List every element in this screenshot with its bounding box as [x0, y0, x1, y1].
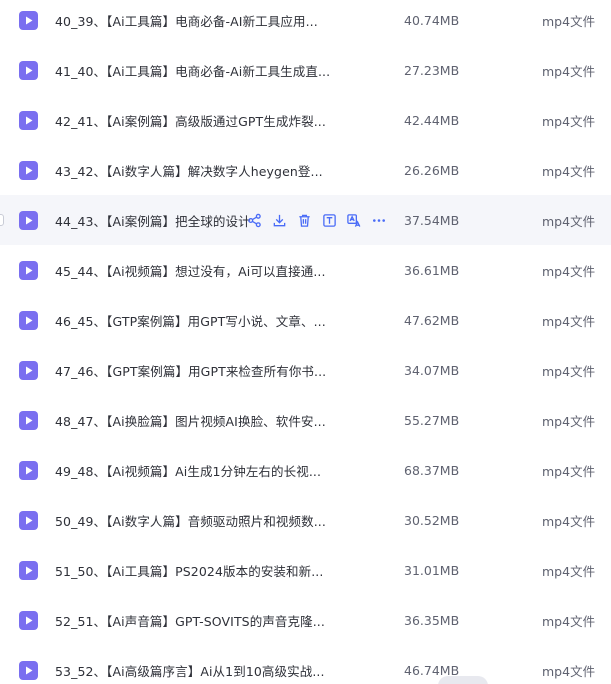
- file-size: 42.44MB: [404, 112, 460, 128]
- file-name[interactable]: 43_42、【Ai数字人篇】解决数字人heygen登...: [55, 161, 323, 180]
- file-type: mp4文件: [542, 663, 596, 679]
- video-file-icon: [19, 10, 38, 30]
- floating-scroll-handle[interactable]: [438, 676, 488, 684]
- file-row[interactable]: 49_48、【Ai视频篇】Ai生成1分钟左右的长视... 68.37MB mp4…: [0, 445, 611, 495]
- video-file-icon: [19, 260, 38, 280]
- file-row[interactable]: 40_39、【Ai工具篇】电商必备-AI新工具应用... 40.74MB mp4…: [0, 0, 611, 45]
- file-name[interactable]: 53_52、【Ai高级篇序言】Ai从1到10高级实战...: [55, 661, 325, 680]
- row-checkbox[interactable]: [0, 214, 4, 226]
- file-row[interactable]: 42_41、【Ai案例篇】高级版通过GPT生成炸裂... 42.44MB mp4…: [0, 95, 611, 145]
- video-file-icon: [19, 610, 38, 630]
- file-type: mp4文件: [542, 463, 596, 479]
- delete-icon[interactable]: [296, 212, 312, 228]
- video-file-icon: [19, 210, 38, 230]
- file-row[interactable]: 52_51、【Ai声音篇】GPT-SOVITS的声音克隆... 36.35MB …: [0, 595, 611, 645]
- file-row-hovered[interactable]: 44_43、【Ai案例篇】把全球的设计 37.54MB mp4文件: [0, 195, 611, 245]
- file-type: mp4文件: [542, 163, 596, 179]
- file-name[interactable]: 44_43、【Ai案例篇】把全球的设计: [55, 211, 251, 230]
- file-type: mp4文件: [542, 313, 596, 329]
- file-type: mp4文件: [542, 613, 596, 629]
- video-file-icon: [19, 660, 38, 680]
- file-size: 37.54MB: [404, 212, 460, 228]
- file-row[interactable]: 46_45、【GTP案例篇】用GPT写小说、文章、... 47.62MB mp4…: [0, 295, 611, 345]
- file-row[interactable]: 51_50、【Ai工具篇】PS2024版本的安装和新... 31.01MB mp…: [0, 545, 611, 595]
- file-name[interactable]: 49_48、【Ai视频篇】Ai生成1分钟左右的长视...: [55, 461, 321, 480]
- video-file-icon: [19, 60, 38, 80]
- text-extract-icon[interactable]: [321, 212, 337, 228]
- file-size: 36.61MB: [404, 262, 460, 278]
- file-name[interactable]: 45_44、【Ai视频篇】想过没有，Ai可以直接通...: [55, 261, 326, 280]
- file-size: 26.26MB: [404, 162, 460, 178]
- video-file-icon: [19, 110, 38, 130]
- file-name[interactable]: 52_51、【Ai声音篇】GPT-SOVITS的声音克隆...: [55, 611, 325, 630]
- file-type: mp4文件: [542, 213, 596, 229]
- file-name[interactable]: 40_39、【Ai工具篇】电商必备-AI新工具应用...: [55, 11, 318, 30]
- video-file-icon: [19, 160, 38, 180]
- file-row[interactable]: 45_44、【Ai视频篇】想过没有，Ai可以直接通... 36.61MB mp4…: [0, 245, 611, 295]
- file-size: 27.23MB: [404, 62, 460, 78]
- file-size: 31.01MB: [404, 562, 460, 578]
- file-name[interactable]: 47_46、【GPT案例篇】用GPT来检查所有你书...: [55, 361, 326, 380]
- file-type: mp4文件: [542, 413, 596, 429]
- file-name[interactable]: 51_50、【Ai工具篇】PS2024版本的安装和新...: [55, 561, 323, 580]
- file-row[interactable]: 53_52、【Ai高级篇序言】Ai从1到10高级实战... 46.74MB mp…: [0, 645, 611, 684]
- video-file-icon: [19, 410, 38, 430]
- file-size: 30.52MB: [404, 512, 460, 528]
- row-actions: [246, 212, 387, 228]
- file-size: 68.37MB: [404, 462, 460, 478]
- file-size: 34.07MB: [404, 362, 460, 378]
- video-file-icon: [19, 360, 38, 380]
- file-row[interactable]: 43_42、【Ai数字人篇】解决数字人heygen登... 26.26MB mp…: [0, 145, 611, 195]
- file-size: 36.35MB: [404, 612, 460, 628]
- file-list: 40_39、【Ai工具篇】电商必备-AI新工具应用... 40.74MB mp4…: [0, 0, 611, 684]
- file-type: mp4文件: [542, 113, 596, 129]
- file-name[interactable]: 48_47、【Ai换脸篇】图片视频AI换脸、软件安...: [55, 411, 326, 430]
- file-row[interactable]: 48_47、【Ai换脸篇】图片视频AI换脸、软件安... 55.27MB mp4…: [0, 395, 611, 445]
- file-name[interactable]: 41_40、【Ai工具篇】电商必备-Ai新工具生成直...: [55, 61, 330, 80]
- video-file-icon: [19, 510, 38, 530]
- share-icon[interactable]: [246, 212, 262, 228]
- file-row[interactable]: 50_49、【Ai数字人篇】音频驱动照片和视频数... 30.52MB mp4文…: [0, 495, 611, 545]
- file-size: 47.62MB: [404, 312, 460, 328]
- file-type: mp4文件: [542, 363, 596, 379]
- file-size: 55.27MB: [404, 412, 460, 428]
- file-type: mp4文件: [542, 563, 596, 579]
- video-file-icon: [19, 310, 38, 330]
- ai-translate-icon[interactable]: [346, 212, 362, 228]
- file-size: 40.74MB: [404, 12, 460, 28]
- file-name[interactable]: 42_41、【Ai案例篇】高级版通过GPT生成炸裂...: [55, 111, 326, 130]
- file-row[interactable]: 47_46、【GPT案例篇】用GPT来检查所有你书... 34.07MB mp4…: [0, 345, 611, 395]
- file-type: mp4文件: [542, 263, 596, 279]
- download-icon[interactable]: [271, 212, 287, 228]
- file-type: mp4文件: [542, 513, 596, 529]
- more-icon[interactable]: [371, 212, 387, 228]
- file-type: mp4文件: [542, 13, 596, 29]
- file-row[interactable]: 41_40、【Ai工具篇】电商必备-Ai新工具生成直... 27.23MB mp…: [0, 45, 611, 95]
- video-file-icon: [19, 560, 38, 580]
- file-name[interactable]: 50_49、【Ai数字人篇】音频驱动照片和视频数...: [55, 511, 326, 530]
- file-name[interactable]: 46_45、【GTP案例篇】用GPT写小说、文章、...: [55, 311, 326, 330]
- video-file-icon: [19, 460, 38, 480]
- file-type: mp4文件: [542, 63, 596, 79]
